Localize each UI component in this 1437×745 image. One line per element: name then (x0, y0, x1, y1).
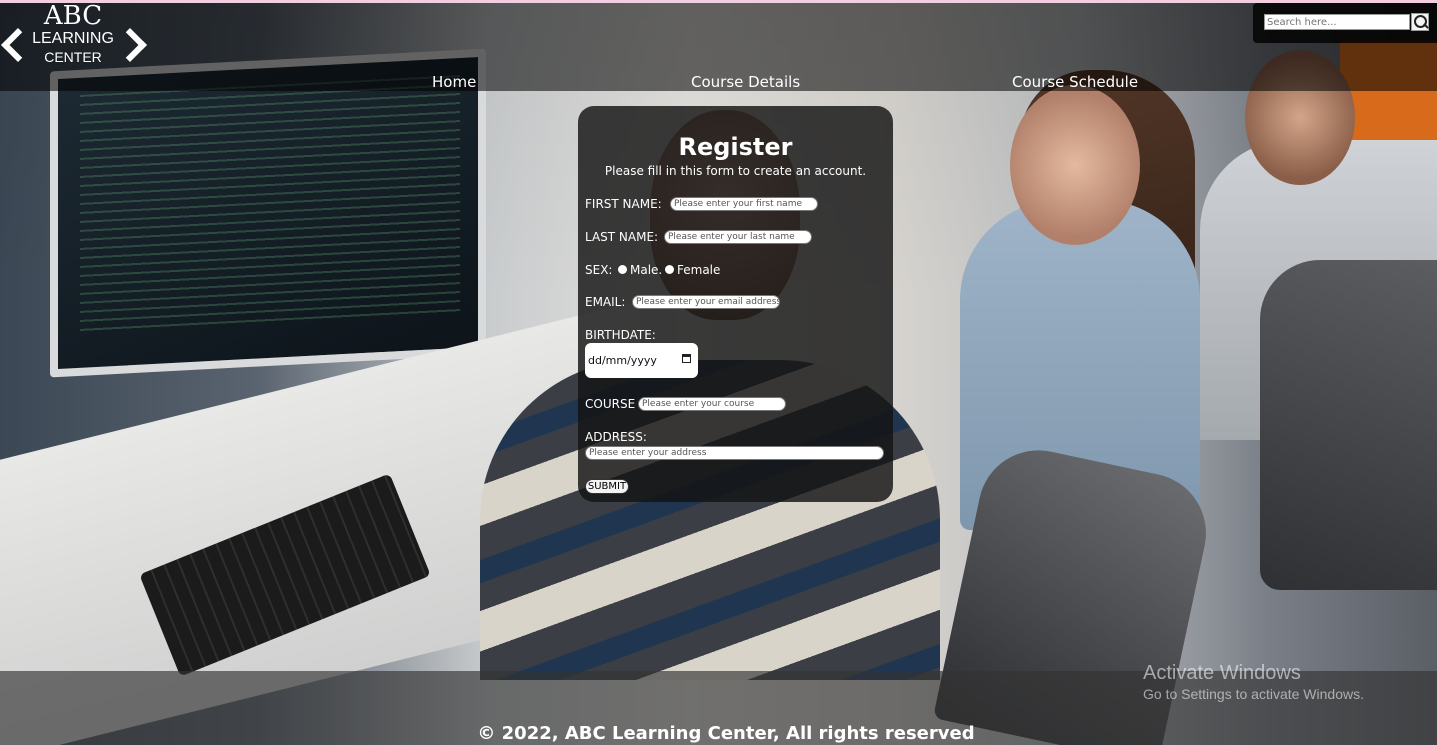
background-chair-far (1260, 260, 1437, 590)
form-subtitle: Please fill in this form to create an ac… (604, 164, 867, 178)
nav-home[interactable]: Home (432, 73, 476, 91)
form-title: Register (678, 133, 793, 161)
sex-male-label: Male. (630, 263, 663, 277)
first-name-label: FIRST NAME: (585, 197, 662, 211)
last-name-label: LAST NAME: (585, 230, 659, 244)
sex-male-radio[interactable] (618, 265, 627, 274)
birthdate-field[interactable]: dd/mm/yyyy (585, 343, 698, 378)
logo-center: CENTER (44, 49, 102, 65)
search-button[interactable] (1411, 13, 1429, 31)
logo-learning: LEARNING (32, 30, 114, 47)
sex-female-label: Female (677, 263, 721, 277)
logo-abc: ABC (43, 1, 103, 31)
nav-course-details[interactable]: Course Details (691, 73, 800, 91)
last-name-field[interactable]: Please enter your last name (664, 230, 812, 244)
search-box (1253, 3, 1437, 43)
address-field[interactable]: Please enter your address (585, 446, 884, 460)
sex-label: SEX: (585, 263, 613, 277)
background-code (80, 75, 460, 335)
activate-windows-title: Activate Windows (1143, 662, 1301, 684)
activate-windows-subtitle: Go to Settings to activate Windows. (1143, 686, 1364, 702)
sex-female-radio[interactable] (665, 265, 674, 274)
submit-button[interactable]: SUBMIT (585, 479, 629, 494)
search-icon-handle (1423, 23, 1429, 29)
calendar-icon[interactable] (682, 354, 691, 363)
email-label: EMAIL: (585, 295, 626, 309)
logo[interactable]: ABC LEARNING CENTER (0, 1, 150, 73)
course-label: COURSE (585, 397, 636, 411)
birthdate-value: dd/mm/yyyy (588, 354, 657, 367)
footer-copyright: © 2022, ABC Learning Center, All rights … (477, 723, 975, 744)
background-head-right (1010, 85, 1140, 245)
register-form: Register Please fill in this form to cre… (578, 106, 893, 502)
header: ABC LEARNING CENTER Home Course Details … (0, 1, 1437, 91)
address-label: ADDRESS: (585, 430, 647, 444)
search-input[interactable] (1264, 14, 1410, 30)
birthdate-label: BIRTHDATE: (585, 328, 656, 342)
nav-course-schedule[interactable]: Course Schedule (1012, 73, 1138, 91)
email-field[interactable]: Please enter your email address (632, 295, 780, 309)
course-field[interactable]: Please enter your course (638, 397, 786, 411)
first-name-field[interactable]: Please enter your first name (670, 197, 818, 211)
